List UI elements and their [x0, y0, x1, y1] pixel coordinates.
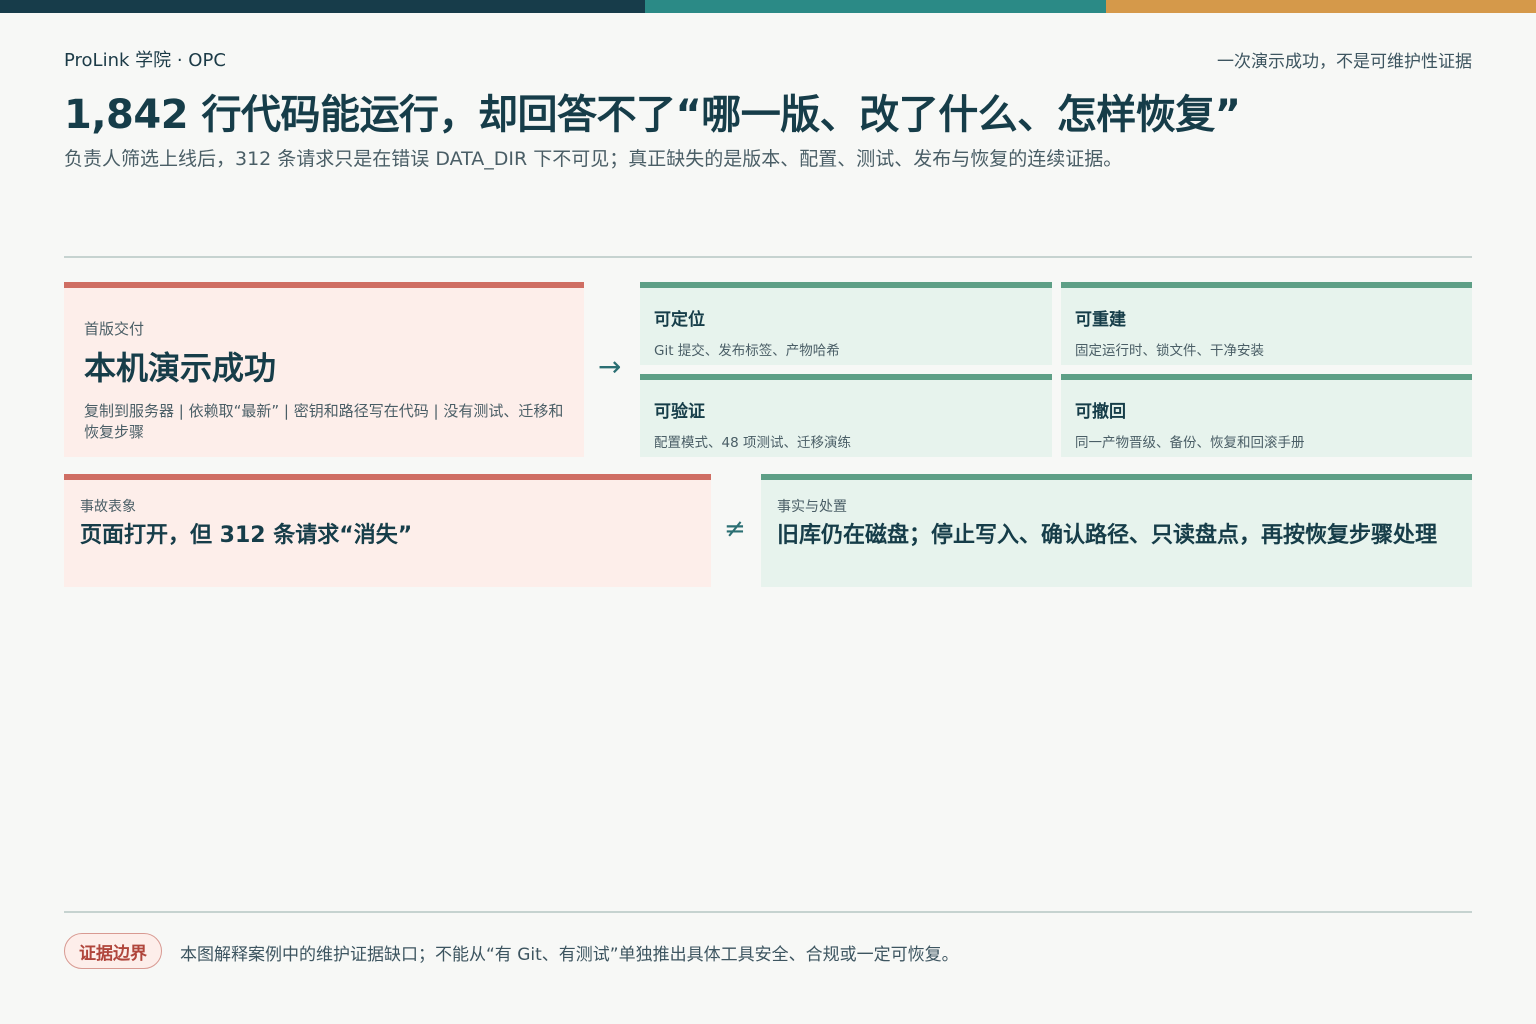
- capability-desc: 同一产物晋级、备份、恢复和回滚手册: [1075, 435, 1305, 451]
- not-equal-icon: ≠: [724, 514, 746, 544]
- first-delivery-head: 本机演示成功: [84, 349, 277, 387]
- capability-card-rollback: 可撤回 同一产物晋级、备份、恢复和回滚手册: [1061, 374, 1472, 457]
- brand-label: ProLink 学院 · OPC: [64, 50, 226, 71]
- capability-title: 可定位: [654, 310, 705, 330]
- capability-card-verify: 可验证 配置模式、48 项测试、迁移演练: [640, 374, 1052, 457]
- facts-kicker: 事实与处置: [777, 499, 847, 515]
- first-delivery-desc: 复制到服务器 | 依赖取“最新” | 密钥和路径写在代码 | 没有测试、迁移和恢…: [84, 402, 564, 441]
- capability-title: 可撤回: [1075, 402, 1126, 422]
- capability-desc: 固定运行时、锁文件、干净安装: [1075, 343, 1264, 359]
- capability-card-locate: 可定位 Git 提交、发布标签、产物哈希: [640, 282, 1052, 365]
- divider-top: [64, 256, 1472, 258]
- incident-card: 事故表象 页面打开，但 312 条请求“消失”: [64, 474, 711, 587]
- capability-desc: Git 提交、发布标签、产物哈希: [654, 343, 840, 359]
- page-subtitle: 负责人筛选上线后，312 条请求只是在错误 DATA_DIR 下不可见；真正缺失…: [64, 148, 1123, 170]
- facts-card: 事实与处置 旧库仍在磁盘；停止写入、确认路径、只读盘点，再按恢复步骤处理: [761, 474, 1472, 587]
- capability-title: 可验证: [654, 402, 705, 422]
- first-delivery-card: 首版交付 本机演示成功 复制到服务器 | 依赖取“最新” | 密钥和路径写在代码…: [64, 282, 584, 457]
- top-color-bar: [0, 0, 1536, 13]
- divider-bottom: [64, 911, 1472, 913]
- footer-note: 本图解释案例中的维护证据缺口；不能从“有 Git、有测试”单独推出具体工具安全、…: [180, 945, 959, 965]
- top-bar-dark-segment: [0, 0, 645, 13]
- evidence-boundary-badge: 证据边界: [64, 933, 162, 969]
- right-arrow-icon: →: [598, 350, 622, 383]
- capability-card-rebuild: 可重建 固定运行时、锁文件、干净安装: [1061, 282, 1472, 365]
- tagline: 一次演示成功，不是可维护性证据: [1217, 52, 1472, 72]
- top-bar-orange-segment: [1106, 0, 1536, 13]
- page-title: 1,842 行代码能运行，却回答不了“哪一版、改了什么、怎样恢复”: [64, 92, 1241, 138]
- incident-head: 页面打开，但 312 条请求“消失”: [80, 523, 413, 548]
- capability-desc: 配置模式、48 项测试、迁移演练: [654, 435, 851, 451]
- facts-head: 旧库仍在磁盘；停止写入、确认路径、只读盘点，再按恢复步骤处理: [777, 523, 1438, 548]
- first-delivery-kicker: 首版交付: [84, 320, 145, 338]
- top-bar-teal-segment: [645, 0, 1106, 13]
- capability-title: 可重建: [1075, 310, 1126, 330]
- incident-kicker: 事故表象: [80, 499, 136, 515]
